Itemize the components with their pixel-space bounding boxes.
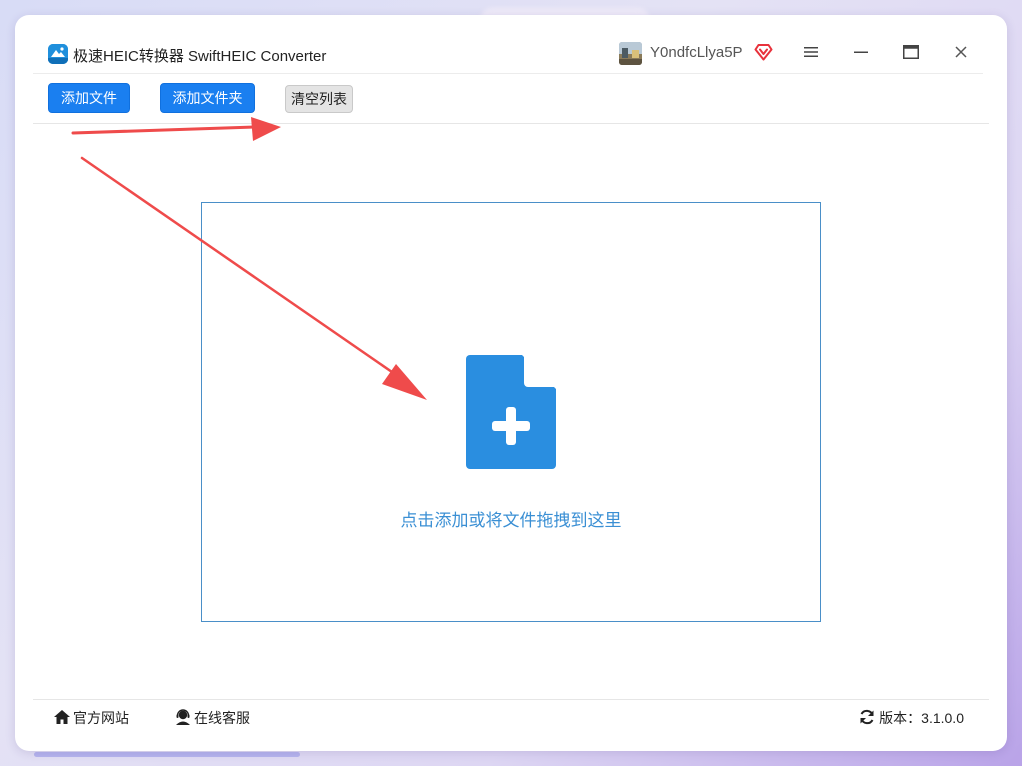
official-website-link[interactable]: 官方网站 <box>53 708 129 728</box>
customer-service-icon <box>174 708 194 728</box>
minimize-button[interactable] <box>848 41 874 67</box>
clear-list-button[interactable]: 清空列表 <box>285 85 353 113</box>
title-divider <box>33 73 983 74</box>
file-drop-zone[interactable]: 点击添加或将文件拖拽到这里 <box>201 202 821 622</box>
online-support-link[interactable]: 在线客服 <box>174 708 250 728</box>
version-info[interactable]: 版本：3.1.0.0 <box>859 708 964 728</box>
add-files-button[interactable]: 添加文件 <box>48 83 130 113</box>
close-button[interactable] <box>948 41 974 67</box>
toolbar-divider <box>33 123 989 124</box>
app-title: 极速HEIC转换器 SwiftHEIC Converter <box>73 48 327 65</box>
annotation-arrow-to-toolbar <box>71 117 281 141</box>
refresh-icon <box>859 709 879 728</box>
version-label: 版本：3.1.0.0 <box>879 710 964 726</box>
drop-hint-text: 点击添加或将文件拖拽到这里 <box>400 511 622 530</box>
user-avatar[interactable] <box>619 42 642 65</box>
app-logo-icon <box>48 44 68 64</box>
add-folder-button[interactable]: 添加文件夹 <box>160 83 255 113</box>
hamburger-menu-icon <box>804 45 818 63</box>
background-bar <box>34 752 300 757</box>
vip-diamond-icon[interactable] <box>754 43 773 61</box>
username[interactable]: Y0ndfcLlya5P <box>650 44 743 61</box>
file-add-icon[interactable] <box>466 355 556 469</box>
close-icon <box>955 45 967 63</box>
minimize-icon <box>854 45 868 64</box>
title-bar[interactable]: 极速HEIC转换器 SwiftHEIC Converter Y0ndfcLlya… <box>15 15 1007 73</box>
maximize-icon <box>903 44 919 64</box>
maximize-button[interactable] <box>898 41 924 67</box>
official-website-label: 官方网站 <box>73 710 129 726</box>
footer-divider <box>33 699 989 700</box>
home-icon <box>53 709 73 728</box>
app-window: 极速HEIC转换器 SwiftHEIC Converter Y0ndfcLlya… <box>15 15 1007 751</box>
online-support-label: 在线客服 <box>194 710 250 726</box>
menu-button[interactable] <box>798 41 824 67</box>
